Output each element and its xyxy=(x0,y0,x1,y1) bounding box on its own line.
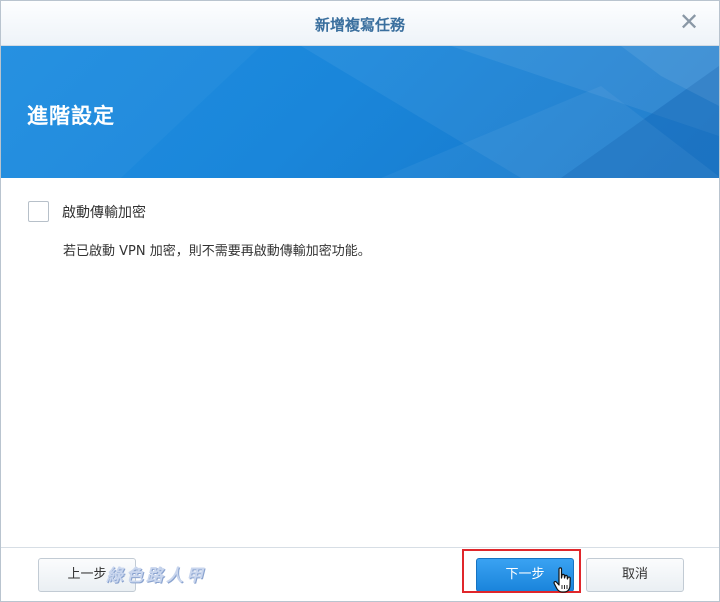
header-banner: 進階設定 xyxy=(1,46,719,178)
encryption-checkbox[interactable] xyxy=(28,201,49,222)
dialog-content: 啟動傳輸加密 若已啟動 VPN 加密，則不需要再啟動傳輸加密功能。 xyxy=(1,178,719,547)
dialog-titlebar: 新增複寫任務 ✕ xyxy=(1,1,719,46)
dialog-title: 新增複寫任務 xyxy=(314,16,405,34)
encryption-checkbox-label[interactable]: 啟動傳輸加密 xyxy=(62,202,146,222)
encryption-option: 啟動傳輸加密 xyxy=(28,201,146,222)
banner-title: 進階設定 xyxy=(27,104,115,128)
cancel-button[interactable]: 取消 xyxy=(586,558,684,592)
dialog-window: 新增複寫任務 ✕ 進階設定 啟動傳輸加密 若已啟動 VPN 加密，則不需要再啟動… xyxy=(0,0,720,602)
close-icon[interactable]: ✕ xyxy=(677,10,701,34)
hand-cursor-icon xyxy=(553,567,571,593)
vpn-hint-text: 若已啟動 VPN 加密，則不需要再啟動傳輸加密功能。 xyxy=(63,244,371,259)
watermark-logo: 綠色路人甲 xyxy=(106,566,206,586)
